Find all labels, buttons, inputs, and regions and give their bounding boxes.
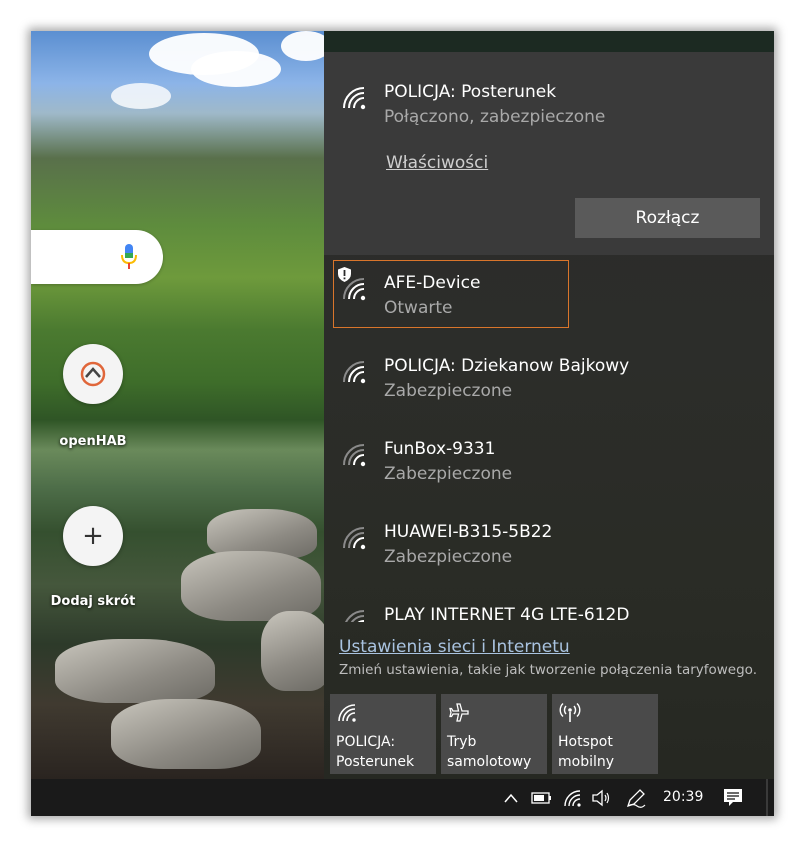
rock (111, 699, 261, 769)
search-box[interactable] (31, 230, 163, 284)
network-status: Zabezpieczone (384, 464, 513, 484)
wifi-icon (343, 278, 366, 301)
network-name: AFE-Device (384, 273, 481, 293)
network-name: HUAWEI-B315-5B22 (384, 522, 553, 542)
airplane-icon (449, 703, 469, 722)
network-status: Zabezpieczone (384, 547, 513, 567)
shortcut-label: Dodaj skrót (50, 594, 136, 609)
quick-action-label-line1: Tryb (447, 734, 477, 750)
quick-action-hotspot[interactable]: Hotspot mobilny (552, 694, 658, 774)
wifi-icon[interactable] (563, 788, 583, 808)
show-desktop-button[interactable] (766, 779, 768, 816)
network-status: Otwarte (384, 298, 453, 318)
rock (261, 611, 324, 691)
battery-icon[interactable] (531, 788, 553, 808)
network-status: Zabezpieczone (384, 381, 513, 401)
action-center-icon[interactable] (723, 788, 743, 808)
plus-icon: + (82, 521, 104, 551)
properties-link[interactable]: Właściwości (386, 153, 488, 173)
network-item-huawei[interactable]: HUAWEI-B315-5B22 Zabezpieczone (324, 509, 774, 592)
network-name: FunBox-9331 (384, 439, 496, 459)
shortcut-openhab[interactable] (63, 344, 123, 404)
chevron-up-icon[interactable] (503, 788, 519, 808)
desktop-wallpaper: openHAB + Dodaj skrót (31, 31, 324, 779)
hotspot-icon (559, 702, 581, 722)
rock (55, 639, 215, 703)
connected-network[interactable]: POLICJA: Posterunek Połączono, zabezpiec… (324, 52, 774, 255)
screen: openHAB + Dodaj skrót POLICJA: Posterune… (31, 31, 774, 816)
quick-action-label-line2: mobilny (558, 754, 615, 770)
network-settings-link[interactable]: Ustawienia sieci i Internetu (339, 637, 570, 657)
quick-action-label-line2: samolotowy (447, 754, 532, 770)
quick-action-label-line1: POLICJA: (336, 734, 396, 750)
cloud (281, 31, 324, 61)
network-name: POLICJA: Dziekanow Bajkowy (384, 356, 630, 376)
wifi-icon (343, 361, 366, 384)
network-item-afe-device[interactable]: AFE-Device Otwarte (324, 260, 774, 343)
network-flyout: POLICJA: Posterunek Połączono, zabezpiec… (324, 52, 774, 779)
disconnect-button[interactable]: Rozłącz (575, 198, 760, 238)
quick-action-label: POLICJA: Posterunek (336, 732, 414, 772)
shortcut-label: openHAB (59, 434, 127, 449)
quick-action-wifi[interactable]: POLICJA: Posterunek (330, 694, 436, 774)
wifi-icon (343, 527, 366, 550)
microphone-icon[interactable] (121, 244, 137, 270)
network-item-funbox[interactable]: FunBox-9331 Zabezpieczone (324, 426, 774, 509)
wifi-icon (343, 87, 366, 110)
network-item-play[interactable]: PLAY INTERNET 4G LTE-612D (324, 592, 774, 622)
connected-network-status: Połączono, zabezpieczone (384, 107, 606, 127)
connected-network-name: POLICJA: Posterunek (384, 82, 557, 102)
quick-action-label: Hotspot mobilny (558, 732, 614, 772)
quick-action-label-line1: Hotspot (558, 734, 613, 750)
wifi-icon (338, 704, 356, 722)
quick-action-label-line2: Posterunek (336, 754, 415, 770)
pen-icon[interactable] (625, 788, 647, 808)
quick-action-label: Tryb samolotowy (447, 732, 531, 772)
network-name: PLAY INTERNET 4G LTE-612D (384, 605, 630, 622)
cloud (111, 83, 171, 109)
add-shortcut-button[interactable]: + (63, 506, 123, 566)
wifi-icon (343, 444, 366, 467)
network-list[interactable]: AFE-Device Otwarte POLICJA: Dziekanow Ba… (324, 255, 774, 622)
speaker-icon[interactable] (591, 788, 611, 808)
shield-warning-icon (338, 267, 351, 282)
network-item-dziekanow[interactable]: POLICJA: Dziekanow Bajkowy Zabezpieczone (324, 343, 774, 426)
network-settings-description: Zmień ustawienia, takie jak tworzenie po… (339, 662, 757, 678)
taskbar-clock[interactable]: 20:39 (663, 789, 703, 805)
quick-action-airplane[interactable]: Tryb samolotowy (441, 694, 547, 774)
taskbar: 20:39 (31, 779, 774, 816)
wifi-icon (345, 610, 365, 622)
cloud (191, 51, 281, 87)
openhab-logo-icon (80, 361, 106, 387)
